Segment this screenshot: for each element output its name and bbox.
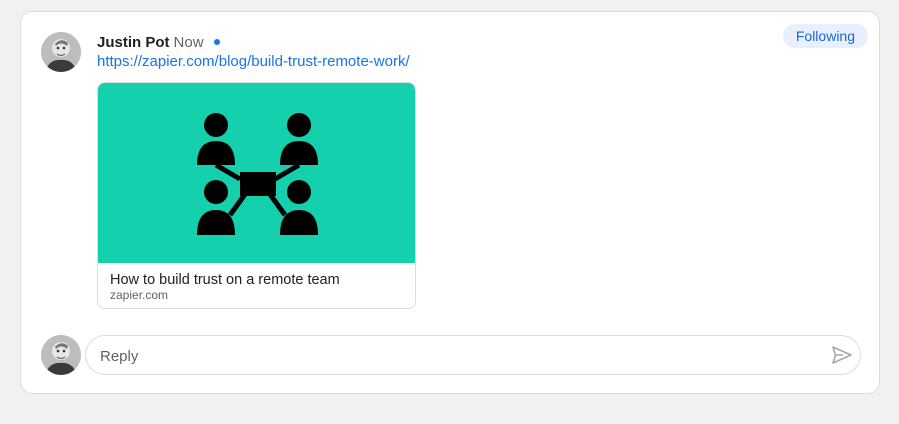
link-preview-domain: zapier.com [110, 288, 169, 302]
reply-box [85, 335, 861, 376]
link-preview-card[interactable]: How to build trust on a remote team zapi… [97, 82, 416, 309]
network-of-people-icon [98, 83, 415, 263]
reply-input[interactable] [98, 336, 802, 376]
send-button[interactable] [830, 343, 854, 367]
unread-dot-icon [213, 39, 220, 45]
link-preview-image [98, 83, 415, 263]
send-icon [832, 346, 852, 364]
author-name[interactable]: Justin Pot [97, 34, 170, 51]
post-header: Justin Pot Now [97, 34, 220, 52]
post-link[interactable]: https://zapier.com/blog/build-trust-remo… [97, 53, 410, 70]
reply-avatar [41, 335, 81, 375]
thread-card: Justin Pot Now https://zapier.com/blog/bu… [20, 11, 880, 394]
link-preview-title: How to build trust on a remote team [110, 272, 340, 288]
avatar[interactable] [41, 32, 81, 72]
post-time: Now [173, 34, 204, 51]
following-button[interactable]: Following [782, 24, 868, 48]
